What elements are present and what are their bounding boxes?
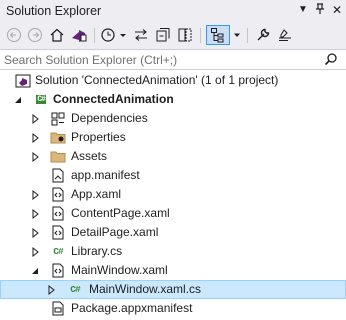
- preview-icon: [279, 29, 291, 41]
- tree-item-contentpage-xaml[interactable]: ContentPage.xaml: [0, 204, 346, 223]
- back-icon: [7, 28, 21, 42]
- chevron-right-icon[interactable]: [30, 151, 40, 163]
- project-label: ConnectedAnimation: [53, 92, 174, 106]
- properties-button[interactable]: [253, 25, 273, 45]
- item-label: App.xaml: [71, 187, 122, 201]
- history-clock-icon: [101, 28, 126, 42]
- dependencies-icon: [50, 111, 66, 126]
- search-input[interactable]: [4, 52, 314, 68]
- chevron-right-icon[interactable]: [30, 208, 40, 220]
- tree-item-mainwindow-xaml-cs[interactable]: C# MainWindow.xaml.cs: [0, 280, 346, 299]
- tree-item-assets[interactable]: Assets: [0, 147, 346, 166]
- search-box[interactable]: [0, 49, 346, 70]
- view-dropdown-button[interactable]: [231, 25, 243, 45]
- manifest-file-icon: [50, 168, 66, 183]
- csharp-project-icon: C#: [36, 95, 46, 104]
- solution-label: Solution 'ConnectedAnimation' (1 of 1 pr…: [35, 73, 279, 87]
- back-button[interactable]: [5, 25, 23, 45]
- csharp-file-icon: C#: [53, 246, 63, 257]
- xaml-file-icon: [50, 263, 66, 278]
- home-button[interactable]: [48, 25, 66, 45]
- title-bar: Solution Explorer ▼ ✕: [0, 0, 346, 22]
- search-icon[interactable]: [324, 52, 338, 69]
- chevron-right-icon[interactable]: [46, 284, 56, 296]
- close-icon[interactable]: ✕: [330, 3, 344, 17]
- item-label: MainWindow.xaml.cs: [89, 282, 202, 296]
- pending-changes-filter-button[interactable]: [99, 25, 129, 45]
- item-label: Assets: [71, 149, 108, 163]
- refresh-button[interactable]: [153, 25, 173, 45]
- tree-item-detailpage-xaml[interactable]: DetailPage.xaml: [0, 223, 346, 242]
- chevron-right-icon[interactable]: [30, 132, 40, 144]
- visual-studio-icon: [72, 30, 87, 42]
- tree-item-solution[interactable]: Solution 'ConnectedAnimation' (1 of 1 pr…: [0, 71, 346, 90]
- tree-item-project[interactable]: C# ConnectedAnimation: [0, 90, 346, 109]
- chevron-right-icon[interactable]: [30, 227, 40, 239]
- sync-with-active-document-button[interactable]: [131, 25, 151, 45]
- sync-arrows-icon: [135, 29, 147, 41]
- window-title: Solution Explorer: [6, 4, 102, 18]
- tree-item-dependencies[interactable]: Dependencies: [0, 109, 346, 128]
- chevron-expanded-icon[interactable]: [30, 265, 40, 275]
- folder-icon: [50, 149, 66, 164]
- item-label: Library.cs: [71, 244, 123, 258]
- collapse-all-icon: [156, 28, 170, 42]
- package-manifest-icon: [50, 301, 66, 316]
- forward-icon: [28, 28, 42, 42]
- forward-button[interactable]: [26, 25, 44, 45]
- item-label: MainWindow.xaml: [71, 263, 168, 277]
- item-label: DetailPage.xaml: [71, 225, 159, 239]
- tree-item-library-cs[interactable]: C# Library.cs: [0, 242, 346, 261]
- switch-views-button[interactable]: [68, 25, 90, 45]
- toolbar: [0, 22, 346, 49]
- home-icon: [50, 28, 64, 42]
- item-label: ContentPage.xaml: [71, 206, 170, 220]
- show-all-files-icon: [178, 28, 192, 42]
- chevron-expanded-icon[interactable]: [13, 94, 23, 104]
- solution-icon: [15, 73, 31, 88]
- xaml-file-icon: [50, 187, 66, 202]
- xaml-file-icon: [50, 225, 66, 240]
- pin-icon[interactable]: [313, 3, 327, 17]
- chevron-right-icon[interactable]: [30, 113, 40, 125]
- chevron-right-icon[interactable]: [30, 189, 40, 201]
- show-all-files-button[interactable]: [175, 25, 195, 45]
- preview-selected-items-toggle[interactable]: [206, 25, 230, 45]
- preview-button[interactable]: [275, 25, 295, 45]
- item-label: app.manifest: [71, 168, 140, 182]
- tree-item-app-manifest[interactable]: app.manifest: [0, 166, 346, 185]
- tree-item-mainwindow-xaml[interactable]: MainWindow.xaml: [0, 261, 346, 280]
- csharp-file-icon: C#: [70, 284, 80, 295]
- tree-item-package-appxmanifest[interactable]: Package.appxmanifest: [0, 299, 346, 318]
- window-options-dropdown-icon[interactable]: ▼: [296, 3, 310, 17]
- item-label: Dependencies: [71, 111, 148, 125]
- tree-item-properties[interactable]: Properties: [0, 128, 346, 147]
- item-label: Package.appxmanifest: [71, 301, 193, 315]
- chevron-down-icon: [234, 33, 240, 37]
- xaml-file-icon: [50, 206, 66, 221]
- tree-view-icon: [211, 28, 224, 43]
- tree-item-app-xaml[interactable]: App.xaml: [0, 185, 346, 204]
- item-label: Properties: [71, 130, 126, 144]
- chevron-right-icon[interactable]: [30, 246, 40, 258]
- wrench-icon: [257, 28, 270, 41]
- properties-folder-icon: [50, 130, 66, 145]
